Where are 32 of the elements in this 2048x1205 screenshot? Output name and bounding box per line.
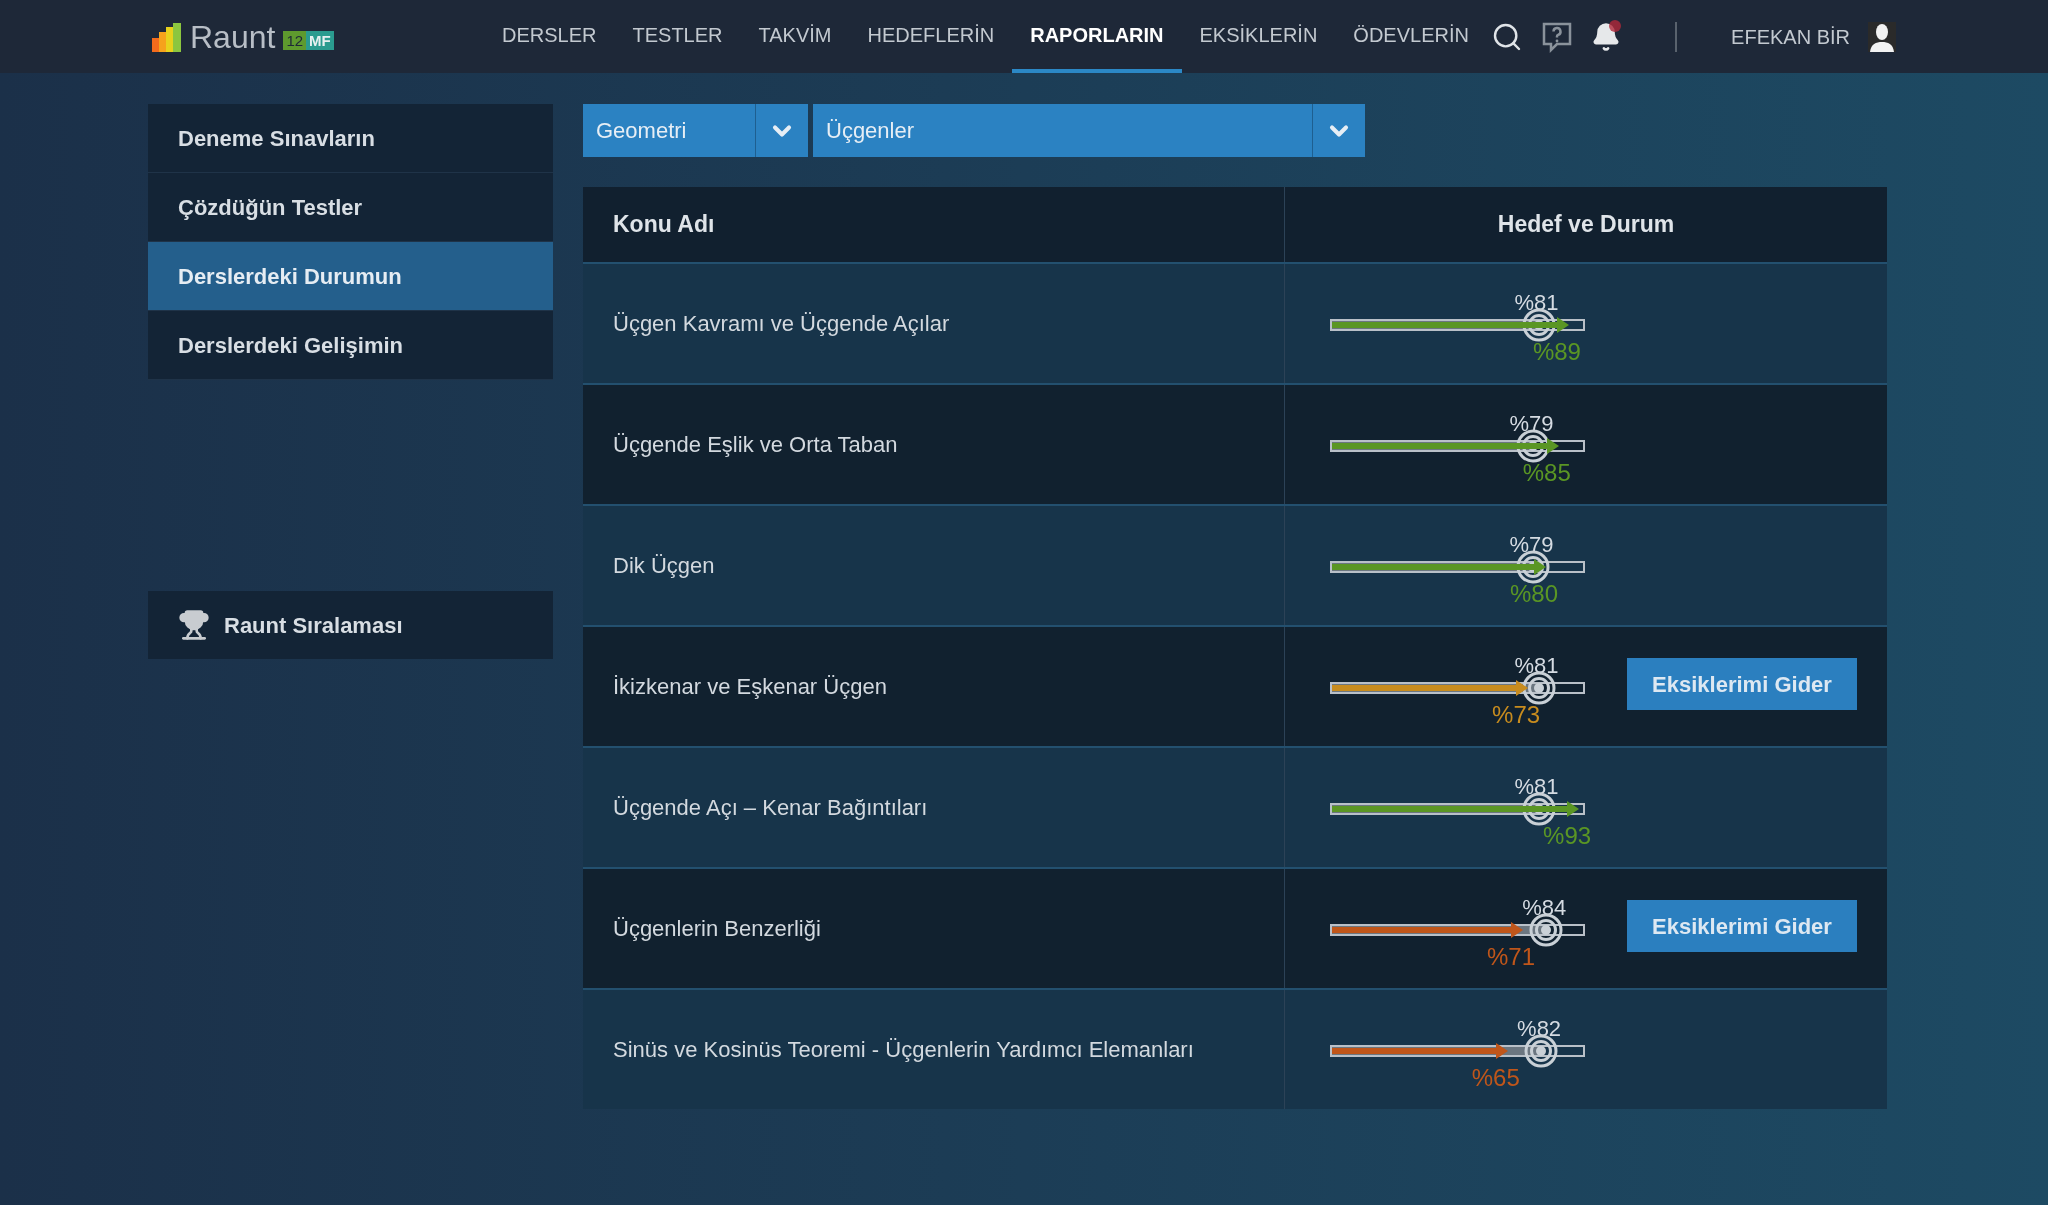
sidebar-item[interactable]: Deneme Sınavların bbox=[148, 104, 553, 173]
sidebar-item[interactable]: Derslerdeki Durumun bbox=[148, 242, 553, 311]
target-value: %84 bbox=[1522, 896, 1567, 919]
result-value: %73 bbox=[1492, 702, 1541, 727]
nav-tab[interactable]: HEDEFLERİN bbox=[849, 0, 1013, 73]
subject-dropdown[interactable]: Geometri bbox=[583, 104, 808, 157]
result-value: %80 bbox=[1510, 581, 1558, 606]
nav-tab[interactable]: ÖDEVLERİN bbox=[1335, 0, 1487, 73]
target-value: %81 bbox=[1514, 291, 1559, 314]
ranking-item[interactable]: Raunt Sıralaması bbox=[148, 591, 553, 659]
target-value: %81 bbox=[1514, 775, 1559, 798]
topic-name: Sinüs ve Kosinüs Teoremi - Üçgenlerin Yardımcı Elemanları bbox=[583, 990, 1285, 1109]
result-value: %89 bbox=[1532, 339, 1581, 364]
nav-tab[interactable]: TAKVİM bbox=[740, 0, 850, 73]
topic-dropdown[interactable]: Üçgenler bbox=[813, 104, 1365, 157]
nav-tab[interactable]: DERSLER bbox=[484, 0, 615, 73]
result-value: %65 bbox=[1471, 1065, 1520, 1090]
column-header: Hedef ve Durum bbox=[1496, 210, 1676, 240]
user-name[interactable]: EFEKAN BİR bbox=[1731, 21, 1850, 52]
result-value: %93 bbox=[1543, 823, 1592, 848]
nav-tab[interactable]: RAPORLARIN bbox=[1012, 0, 1182, 73]
target-value: %79 bbox=[1509, 412, 1554, 435]
target-value: %81 bbox=[1514, 654, 1559, 677]
nav-tab[interactable]: EKSİKLERİN bbox=[1181, 0, 1336, 73]
result-value: %71 bbox=[1487, 944, 1536, 969]
brand-name: Raunt bbox=[190, 20, 276, 53]
sidebar-item[interactable]: Derslerdeki Gelişimin bbox=[148, 311, 553, 380]
result-value: %85 bbox=[1522, 460, 1571, 485]
nav-tab[interactable]: TESTLER bbox=[614, 0, 741, 73]
target-value: %82 bbox=[1517, 1017, 1562, 1040]
target-value: %79 bbox=[1509, 533, 1554, 556]
ranking-label: Raunt Sıralaması bbox=[224, 611, 403, 640]
